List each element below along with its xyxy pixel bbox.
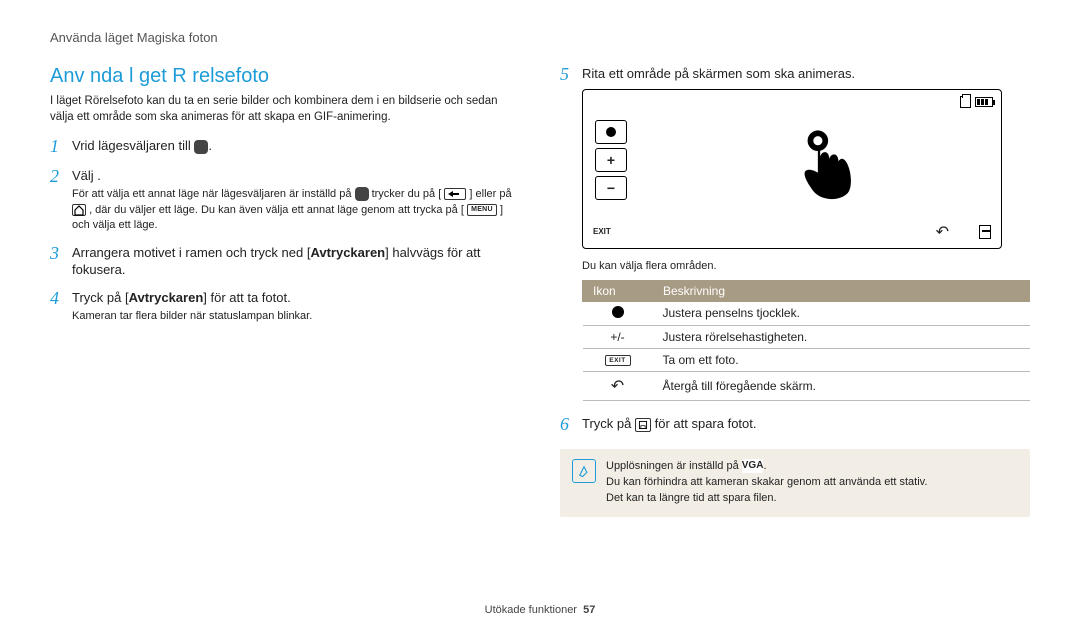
note-box: Upplösningen är inställd på VGA. Du kan … <box>560 449 1030 517</box>
back-icon <box>444 188 466 200</box>
step-text: Tryck på <box>582 416 635 431</box>
note-line3: Det kan ta längre tid att spara filen. <box>606 491 927 507</box>
step-text: Vrid lägesväljaren till <box>72 138 194 153</box>
step-6: 6 Tryck på för att spara fotot. <box>560 415 1030 435</box>
sdcard-icon <box>960 96 971 108</box>
table-row: EXIT Ta om ett foto. <box>583 348 1030 371</box>
step-subtext: Kameran tar flera bilder när statuslampa… <box>72 309 520 324</box>
mode-dial-icon <box>355 187 369 201</box>
step-text: Rita ett område på skärmen som ska anime… <box>582 65 1030 83</box>
step-4: 4 Tryck på [Avtryckaren] för att ta foto… <box>50 289 520 325</box>
exit-label: EXIT <box>593 227 611 236</box>
step-text: Arrangera motivet i ramen och tryck ned … <box>72 245 310 260</box>
brush-size-button <box>595 120 627 144</box>
step-number: 6 <box>560 415 582 435</box>
breadcrumb: Använda läget Magiska foton <box>50 30 1030 45</box>
home-icon <box>72 204 86 216</box>
step-text: Tryck på [ <box>72 290 129 305</box>
icon-description-table: Ikon Beskrivning Justera penselns tjockl… <box>582 280 1030 401</box>
right-column: 5 Rita ett område på skärmen som ska ani… <box>560 65 1030 517</box>
status-icons <box>960 96 993 108</box>
steps-right: 5 Rita ett område på skärmen som ska ani… <box>560 65 1030 435</box>
section-title: Anv nda l get R relsefoto <box>50 65 520 88</box>
step-number: 4 <box>50 289 72 325</box>
step-number: 3 <box>50 244 72 279</box>
page-footer: Utökade funktioner 57 <box>0 604 1080 616</box>
touch-hand-icon <box>792 127 862 210</box>
exit-icon: EXIT <box>605 355 631 366</box>
table-row: +/- Justera rörelsehastigheten. <box>583 325 1030 348</box>
minus-button: − <box>595 176 627 200</box>
table-row: Justera penselns tjocklek. <box>583 301 1030 325</box>
camera-screen-diagram: + − <box>582 89 1002 249</box>
note-line1: Upplösningen är inställd på <box>606 460 742 472</box>
plus-button: + <box>595 148 627 172</box>
note-icon <box>572 459 596 483</box>
step-subtext: För att välja ett annat läge när lägesvä… <box>72 187 520 233</box>
table-header-desc: Beskrivning <box>653 280 1030 301</box>
note-line2: Du kan förhindra att kameran skakar geno… <box>606 475 927 491</box>
step-3: 3 Arrangera motivet i ramen och tryck ne… <box>50 244 520 279</box>
table-header-icon: Ikon <box>583 280 653 301</box>
step-number: 2 <box>50 167 72 234</box>
step-text: Välj <box>72 168 97 183</box>
steps-left: 1 Vrid lägesväljaren till . 2 Välj . <box>50 137 520 325</box>
screen-caption: Du kan välja flera områden. <box>582 259 1030 274</box>
left-column: Anv nda l get R relsefoto I läget Rörels… <box>50 65 520 517</box>
vga-label: VGA <box>742 459 764 474</box>
undo-icon: ↶ <box>611 378 624 395</box>
undo-icon: ↶ <box>936 222 949 242</box>
brush-dot-icon <box>612 306 624 318</box>
battery-icon <box>975 97 993 107</box>
save-icon <box>635 418 651 432</box>
step-5: 5 Rita ett område på skärmen som ska ani… <box>560 65 1030 401</box>
step-2: 2 Välj . För att välja ett annat läge nä… <box>50 167 520 234</box>
save-icon <box>979 225 991 239</box>
menu-icon: MENU <box>467 204 497 216</box>
step-number: 5 <box>560 65 582 401</box>
plus-minus-icon: +/- <box>583 325 653 348</box>
step-1: 1 Vrid lägesväljaren till . <box>50 137 520 157</box>
mode-dial-icon <box>194 140 208 154</box>
intro-text: I läget Rörelsefoto kan du ta en serie b… <box>50 94 520 125</box>
step-number: 1 <box>50 137 72 157</box>
table-row: ↶ Återgå till föregående skärm. <box>583 371 1030 400</box>
